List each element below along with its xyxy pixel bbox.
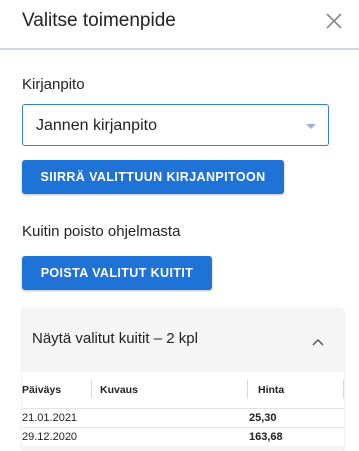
row-date: 21.01.2021 — [22, 412, 78, 424]
column-separator — [247, 380, 248, 398]
table-header: Päiväys Kuvaus Hinta — [22, 372, 344, 408]
dialog-header: Valitse toimenpide — [0, 0, 359, 48]
header-divider — [0, 48, 359, 50]
ledger-label: Kirjanpito — [22, 76, 85, 93]
column-header-date[interactable]: Päiväys — [22, 384, 61, 396]
dialog-title: Valitse toimenpide — [22, 10, 176, 31]
table-row[interactable]: 29.12.2020 163,68 — [22, 427, 344, 446]
row-price: 25,30 — [249, 412, 277, 424]
ledger-select[interactable]: Jannen kirjanpito — [22, 104, 329, 146]
selected-receipts-panel: Näytä valitut kuitit – 2 kpl Päiväys Kuv… — [22, 308, 344, 451]
column-header-description[interactable]: Kuvaus — [100, 384, 138, 396]
table-row[interactable]: 21.01.2021 25,30 — [22, 408, 344, 427]
row-date: 29.12.2020 — [22, 431, 78, 443]
chevron-up-icon — [312, 333, 324, 346]
selected-receipts-title: Näytä valitut kuitit – 2 kpl — [32, 330, 198, 347]
receipts-table: Päiväys Kuvaus Hinta 21.01.2021 25,30 29… — [22, 372, 344, 446]
move-to-ledger-button[interactable]: SIIRRÄ VALITTUUN KIRJANPITOON — [22, 160, 284, 194]
row-price: 163,68 — [249, 431, 283, 443]
column-separator — [343, 380, 344, 398]
delete-receipts-button[interactable]: POISTA VALITUT KUITIT — [22, 256, 212, 290]
column-header-price[interactable]: Hinta — [258, 384, 284, 396]
delete-section-label: Kuitin poisto ohjelmasta — [22, 223, 181, 240]
ledger-select-value: Jannen kirjanpito — [36, 117, 157, 134]
selected-receipts-toggle[interactable]: Näytä valitut kuitit – 2 kpl — [22, 308, 344, 366]
column-separator — [91, 380, 92, 398]
caret-down-icon — [306, 124, 316, 129]
close-icon[interactable] — [323, 10, 345, 32]
